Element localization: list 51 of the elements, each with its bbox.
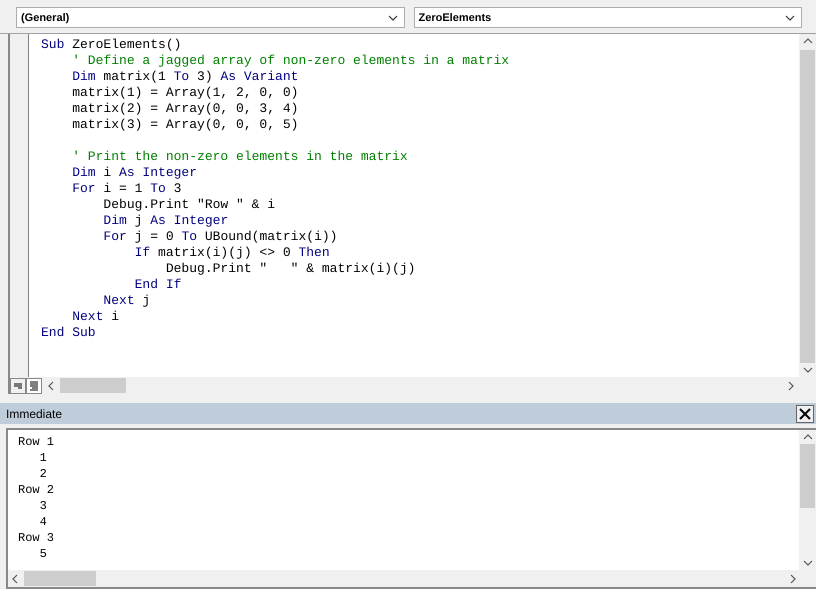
code-line: For i = 1 To 3 — [71, 181, 182, 196]
output-line: Row 3 — [18, 531, 54, 545]
chevron-up-icon — [802, 38, 812, 44]
chevron-down-icon — [802, 367, 812, 373]
code-line: matrix(2) = Array(0, 0, 3, 4) — [71, 101, 298, 116]
code-editor[interactable] — [8, 34, 816, 394]
chevron-left-icon — [48, 380, 54, 390]
code-line: End Sub — [41, 325, 96, 340]
code-line: Dim i As Integer — [71, 165, 198, 180]
code-line: Sub ZeroElements() — [41, 37, 182, 52]
output-line: Row 1 — [18, 435, 54, 449]
procedure-dropdown[interactable]: ZeroElements — [414, 7, 802, 28]
output-line: 4 — [38, 515, 47, 529]
scrollbar-thumb[interactable] — [800, 50, 815, 363]
chevron-down-icon — [785, 14, 795, 20]
object-dropdown[interactable]: (General) — [16, 7, 404, 28]
output-line: Row 2 — [18, 483, 54, 497]
code-line: For j = 0 To UBound(matrix(i)) — [102, 229, 338, 244]
close-icon[interactable] — [796, 404, 814, 422]
immediate-window[interactable]: Row 1 1 2 Row 2 3 4 Row 3 5 — [6, 428, 816, 589]
code-line: Next i — [71, 309, 120, 324]
chevron-left-icon — [12, 574, 18, 584]
code-line: Dim matrix(1 To 3) As Variant — [71, 69, 298, 84]
panel-title: Immediate — [6, 406, 62, 420]
chevron-down-icon — [802, 560, 812, 566]
output-line: 1 — [38, 451, 47, 465]
code-line: matrix(3) = Array(0, 0, 0, 5) — [71, 117, 298, 132]
code-line: Debug.Print "Row " & i — [102, 197, 276, 212]
chevron-down-icon — [388, 14, 398, 20]
code-line: ' Print the non-zero elements in the matrix — [71, 149, 408, 164]
scrollbar-thumb[interactable] — [800, 444, 815, 508]
scrollbar-thumb[interactable] — [24, 571, 96, 586]
horizontal-scrollbar[interactable] — [8, 570, 816, 587]
code-line: matrix(1) = Array(1, 2, 0, 0) — [71, 85, 298, 100]
output-line: 5 — [38, 547, 47, 561]
code-line: ' Define a jagged array of non-zero elements in a matrix — [71, 53, 510, 68]
output-line: 3 — [38, 499, 47, 513]
module-view-icon[interactable] — [26, 378, 42, 394]
procedure-view-icon[interactable] — [10, 378, 26, 394]
code-line: Next j — [102, 293, 150, 308]
chevron-up-icon — [802, 434, 812, 440]
chevron-right-icon — [788, 380, 794, 390]
code-line: End If — [134, 277, 182, 292]
code-line: If matrix(i)(j) <> 0 Then — [134, 245, 330, 260]
code-line: Dim j As Integer — [102, 213, 228, 228]
chevron-right-icon — [790, 574, 796, 584]
vertical-scrollbar[interactable] — [799, 34, 816, 377]
scrollbar-thumb[interactable] — [60, 378, 126, 393]
code-line: Debug.Print " " & matrix(i)(j) — [164, 261, 416, 276]
vertical-scrollbar[interactable] — [799, 430, 816, 570]
output-line: 2 — [38, 467, 47, 481]
